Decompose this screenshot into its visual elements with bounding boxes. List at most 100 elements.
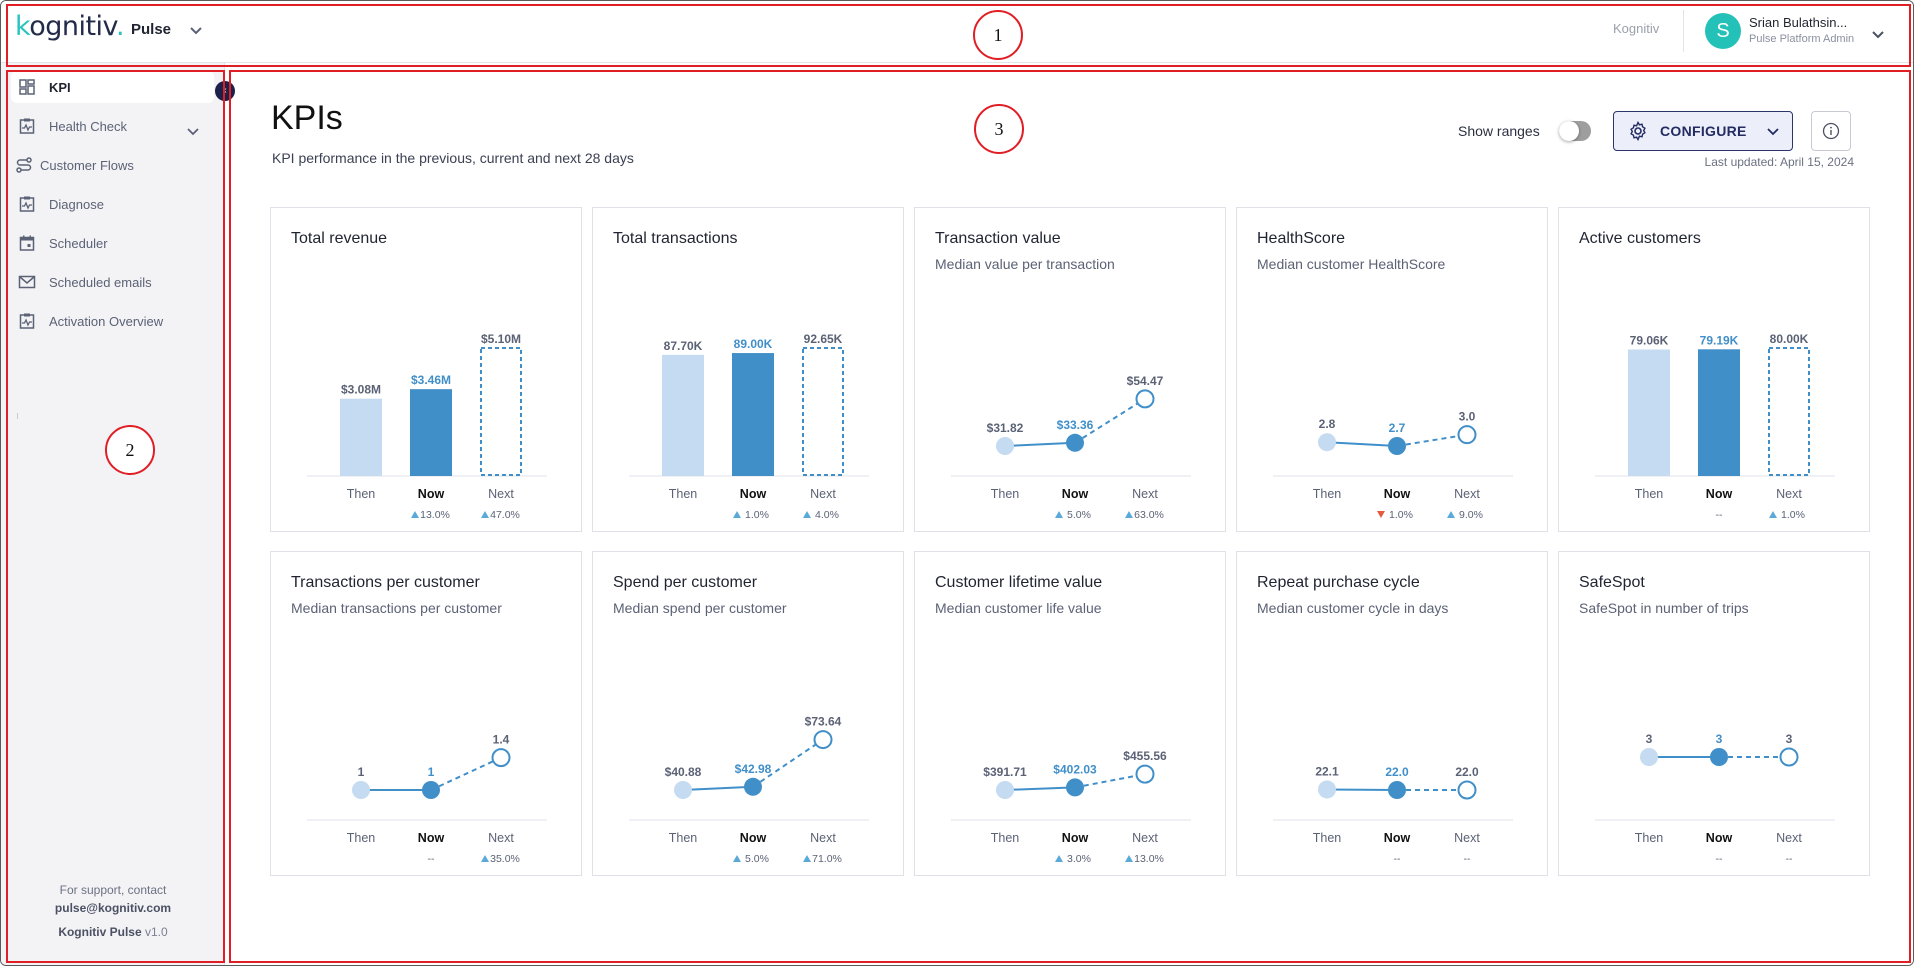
kognitiv-logo[interactable]: kognitiv.: [15, 11, 125, 42]
sidebar: KPI Health Check Customer Flows Diagnose…: [1, 63, 225, 965]
category-label-then: Then: [1313, 831, 1342, 845]
trend-up-icon: [481, 855, 489, 862]
category-label-next: Next: [1454, 831, 1480, 845]
category-label-now: Now: [1384, 831, 1411, 845]
trend-down-icon: [1377, 511, 1385, 518]
point-now: [1066, 778, 1084, 797]
trend-up-icon: [803, 855, 811, 862]
kpi-card-repeat-purchase-cycle[interactable]: Repeat purchase cycle Median customer cyc…: [1236, 551, 1548, 876]
gear-icon: [1630, 121, 1646, 141]
category-label-next: Next: [810, 831, 836, 845]
change-none: --: [1786, 853, 1793, 865]
point-next: [1457, 780, 1477, 800]
sidebar-item-label: Diagnose: [49, 196, 104, 212]
line-segment-then-now: [1326, 441, 1398, 447]
support-email-link[interactable]: pulse@kognitiv.com: [55, 901, 171, 915]
bar-next: [1768, 347, 1810, 476]
show-ranges-toggle[interactable]: [1559, 121, 1591, 141]
bar-then: [340, 398, 382, 476]
sidebar-item-activation-overview[interactable]: Activation Overview: [11, 305, 214, 337]
point-next: [1779, 747, 1799, 767]
kpi-card-total-revenue[interactable]: Total revenue $3.08M $3.46M $5.10M Then Now Ne…: [270, 207, 582, 532]
sidebar-item-label: Activation Overview: [49, 313, 164, 329]
line-segment-then-now: [1004, 786, 1076, 791]
sidebar-item-diagnose[interactable]: Diagnose: [11, 188, 214, 220]
sidebar-item-health-check[interactable]: Health Check: [11, 110, 214, 142]
category-label-next: Next: [810, 487, 836, 501]
category-label-next: Next: [1454, 487, 1480, 501]
category-label-then: Then: [1635, 487, 1664, 501]
logo-text: ognitiv: [29, 11, 116, 42]
product-name: Kognitiv Pulse: [58, 925, 142, 939]
kpi-chart: 79.06K 79.19K 80.00K Then Now Next -- 1.0%: [1595, 332, 1835, 521]
point-value-label: 2.7: [1389, 421, 1406, 435]
point-now: [1388, 437, 1406, 455]
configure-button[interactable]: CONFIGURE: [1613, 111, 1793, 151]
kpi-card-customer-lifetime-value[interactable]: Customer lifetime value Median customer l…: [914, 551, 1226, 876]
mail-icon: [17, 272, 37, 292]
trend-up-icon: [1055, 511, 1063, 518]
kpi-card-total-transactions[interactable]: Total transactions 87.70K 89.00K 92.65K Then…: [592, 207, 904, 532]
app-switcher-label[interactable]: Pulse: [131, 21, 171, 38]
bar-value-label: $3.46M: [411, 373, 451, 387]
point-value-label: 3: [1716, 732, 1723, 746]
change-percent: 3.0%: [1067, 853, 1091, 865]
point-value-label: 2.8: [1319, 417, 1336, 431]
bar-next: [802, 347, 844, 476]
clipboard-pulse-icon: [17, 311, 37, 331]
line-segment-then-now: [1326, 788, 1398, 791]
org-name[interactable]: Kognitiv: [1613, 21, 1659, 36]
chevron-down-icon[interactable]: [187, 21, 205, 39]
point-value-label: $33.36: [1057, 418, 1094, 432]
kpi-card-transactions-per-customer[interactable]: Transactions per customer Median transact…: [270, 551, 582, 876]
chevron-down-icon: [1767, 128, 1779, 136]
change-percent: 47.0%: [490, 509, 520, 521]
sidebar-item-customer-flows[interactable]: Customer Flows: [11, 149, 214, 181]
toggle-knob[interactable]: [1559, 121, 1579, 141]
show-ranges-label: Show ranges: [1458, 123, 1540, 139]
trend-up-icon: [1055, 855, 1063, 862]
category-label-then: Then: [669, 487, 698, 501]
sidebar-item-kpi[interactable]: KPI: [11, 71, 214, 103]
sidebar-collapse-button[interactable]: ‹: [215, 81, 235, 101]
kpi-chart: $40.88 $42.98 $73.64 Then Now Next 5.0% 71.0%: [629, 715, 869, 865]
category-label-now: Now: [1062, 487, 1089, 501]
kpi-card-spend-per-customer[interactable]: Spend per customer Median spend per custo…: [592, 551, 904, 876]
sidebar-item-scheduled-emails[interactable]: Scheduled emails: [11, 266, 214, 298]
category-label-now: Now: [1706, 487, 1733, 501]
line-segment-then-now: [682, 785, 754, 791]
user-name[interactable]: Srian Bulathsin...: [1749, 15, 1847, 30]
calendar-icon: [17, 233, 37, 253]
point-value-label: $31.82: [987, 421, 1024, 435]
line-segment-now-next: [430, 756, 502, 791]
point-now: [1066, 433, 1084, 452]
kpi-card-safespot[interactable]: SafeSpot SafeSpot in number of trips 3 3 3 Th…: [1558, 551, 1870, 876]
user-role: Pulse Platform Admin: [1749, 33, 1855, 45]
change-percent: 35.0%: [490, 853, 520, 865]
info-button[interactable]: [1811, 111, 1851, 151]
kpi-chart: 2.8 2.7 3.0 Then Now Next 1.0% 9.0%: [1273, 410, 1513, 521]
user-avatar[interactable]: S: [1705, 13, 1741, 49]
kpi-card-healthscore[interactable]: HealthScore Median customer HealthScore 2.…: [1236, 207, 1548, 532]
bar-now: [1698, 349, 1740, 476]
clipboard-pulse-icon: [17, 194, 37, 214]
category-label-now: Now: [418, 487, 445, 501]
point-value-label: $402.03: [1053, 762, 1097, 776]
change-none: --: [1716, 509, 1723, 521]
expand-chevron-icon[interactable]: [185, 123, 201, 139]
kpi-card-active-customers[interactable]: Active customers 79.06K 79.19K 80.00K Then No…: [1558, 207, 1870, 532]
product-version: Kognitiv Pulse v1.0: [1, 925, 225, 939]
point-then: [1318, 433, 1336, 452]
sidebar-item-scheduler[interactable]: Scheduler: [11, 227, 214, 259]
change-none: --: [428, 853, 435, 865]
bar-next: [480, 347, 522, 476]
sidebar-item-label: Health Check: [49, 118, 128, 134]
point-value-label: $40.88: [665, 765, 702, 779]
point-then: [1318, 780, 1336, 799]
kpi-chart: 3 3 3 Then Now Next -- --: [1595, 732, 1835, 865]
change-percent: 1.0%: [1781, 509, 1805, 521]
bar-value-label: 80.00K: [1770, 332, 1809, 346]
point-value-label: $42.98: [735, 762, 772, 776]
user-menu-chevron-icon[interactable]: [1869, 25, 1887, 43]
kpi-card-transaction-value[interactable]: Transaction value Median value per transa…: [914, 207, 1226, 532]
